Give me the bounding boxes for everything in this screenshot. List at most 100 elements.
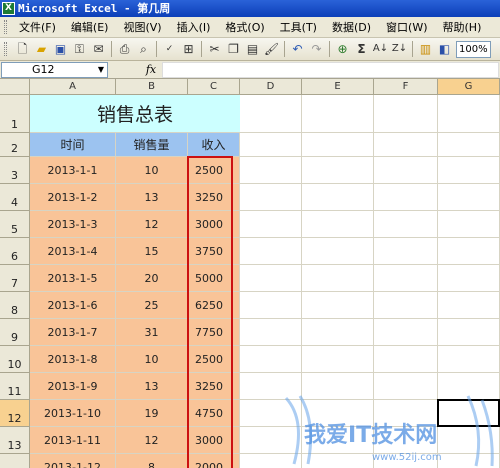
empty-cell[interactable] <box>374 265 438 292</box>
date-cell[interactable]: 2013-1-6 <box>30 292 116 319</box>
row-header-6[interactable]: 6 <box>0 238 30 265</box>
column-header-a[interactable]: A <box>30 79 116 95</box>
empty-cell[interactable] <box>438 427 500 454</box>
date-cell[interactable]: 2013-1-3 <box>30 211 116 238</box>
row-header-3[interactable]: 3 <box>0 157 30 184</box>
row-header-13[interactable]: 13 <box>0 427 30 454</box>
sort-ascending-icon[interactable]: A↓ <box>372 41 389 58</box>
quantity-cell[interactable]: 31 <box>116 319 188 346</box>
date-cell[interactable]: 2013-1-7 <box>30 319 116 346</box>
empty-cell[interactable] <box>302 427 374 454</box>
empty-cell[interactable] <box>374 292 438 319</box>
empty-cell[interactable] <box>438 319 500 346</box>
print-icon[interactable]: ⎙ <box>116 41 133 58</box>
column-header-g[interactable]: G <box>438 79 500 95</box>
paste-icon[interactable]: ▤ <box>244 41 261 58</box>
quantity-cell[interactable]: 19 <box>116 400 188 427</box>
save-icon[interactable]: ▣ <box>52 41 69 58</box>
column-header-e[interactable]: E <box>302 79 374 95</box>
empty-cell[interactable] <box>240 292 302 319</box>
empty-cell[interactable] <box>374 184 438 211</box>
empty-cell[interactable] <box>374 157 438 184</box>
empty-cell[interactable] <box>438 400 500 427</box>
header-date[interactable]: 时间 <box>30 133 116 157</box>
column-header-b[interactable]: B <box>116 79 188 95</box>
empty-cell[interactable] <box>302 319 374 346</box>
empty-cell[interactable] <box>302 211 374 238</box>
empty-cell[interactable] <box>374 95 438 133</box>
revenue-cell[interactable]: 5000 <box>188 265 240 292</box>
empty-cell[interactable] <box>374 319 438 346</box>
date-cell[interactable]: 2013-1-12 <box>30 454 116 468</box>
quantity-cell[interactable]: 25 <box>116 292 188 319</box>
revenue-cell[interactable]: 3750 <box>188 238 240 265</box>
empty-cell[interactable] <box>438 157 500 184</box>
row-header-2[interactable]: 2 <box>0 133 30 157</box>
empty-cell[interactable] <box>302 373 374 400</box>
revenue-cell[interactable]: 3250 <box>188 184 240 211</box>
quantity-cell[interactable]: 13 <box>116 373 188 400</box>
toolbar-grip-icon[interactable] <box>4 42 7 56</box>
revenue-cell[interactable]: 2500 <box>188 157 240 184</box>
empty-cell[interactable] <box>302 95 374 133</box>
redo-icon[interactable]: ↷ <box>308 41 325 58</box>
menu-insert[interactable]: 插入(I) <box>171 19 220 35</box>
revenue-cell[interactable]: 7750 <box>188 319 240 346</box>
empty-cell[interactable] <box>240 211 302 238</box>
name-box[interactable]: G12 ▼ <box>1 61 108 78</box>
drawing-icon[interactable]: ◧ <box>436 41 453 58</box>
revenue-cell[interactable]: 3000 <box>188 427 240 454</box>
revenue-cell[interactable]: 3000 <box>188 211 240 238</box>
column-header-d[interactable]: D <box>240 79 302 95</box>
quantity-cell[interactable]: 13 <box>116 184 188 211</box>
chevron-down-icon[interactable]: ▼ <box>98 63 104 77</box>
empty-cell[interactable] <box>438 95 500 133</box>
empty-cell[interactable] <box>302 184 374 211</box>
empty-cell[interactable] <box>302 454 374 468</box>
row-header-12[interactable]: 12 <box>0 400 30 427</box>
empty-cell[interactable] <box>438 133 500 157</box>
quantity-cell[interactable]: 10 <box>116 346 188 373</box>
revenue-cell[interactable]: 6250 <box>188 292 240 319</box>
empty-cell[interactable] <box>240 265 302 292</box>
menu-window[interactable]: 窗口(W) <box>380 19 436 35</box>
empty-cell[interactable] <box>240 184 302 211</box>
menu-view[interactable]: 视图(V) <box>117 19 170 35</box>
row-header-8[interactable]: 8 <box>0 292 30 319</box>
autosum-icon[interactable]: Σ <box>353 41 370 58</box>
empty-cell[interactable] <box>374 133 438 157</box>
row-header-11[interactable]: 11 <box>0 373 30 400</box>
empty-cell[interactable] <box>438 373 500 400</box>
empty-cell[interactable] <box>374 238 438 265</box>
copy-icon[interactable]: ❐ <box>225 41 242 58</box>
empty-cell[interactable] <box>438 211 500 238</box>
new-icon[interactable]: 🗋 <box>14 41 31 58</box>
empty-cell[interactable] <box>302 346 374 373</box>
empty-cell[interactable] <box>240 346 302 373</box>
quantity-cell[interactable]: 20 <box>116 265 188 292</box>
open-icon[interactable]: ▰ <box>33 41 50 58</box>
select-all-corner[interactable] <box>0 79 30 95</box>
menu-format[interactable]: 格式(O) <box>219 19 273 35</box>
quantity-cell[interactable]: 8 <box>116 454 188 468</box>
date-cell[interactable]: 2013-1-2 <box>30 184 116 211</box>
empty-cell[interactable] <box>374 427 438 454</box>
formula-input[interactable] <box>162 61 499 78</box>
empty-cell[interactable] <box>240 133 302 157</box>
permission-icon[interactable]: ⚿ <box>71 41 88 58</box>
empty-cell[interactable] <box>240 95 302 133</box>
menu-help[interactable]: 帮助(H) <box>437 19 491 35</box>
menu-grip-icon[interactable] <box>4 20 7 34</box>
undo-icon[interactable]: ↶ <box>289 41 306 58</box>
menu-data[interactable]: 数据(D) <box>326 19 380 35</box>
empty-cell[interactable] <box>302 400 374 427</box>
cut-icon[interactable]: ✂ <box>206 41 223 58</box>
empty-cell[interactable] <box>240 400 302 427</box>
date-cell[interactable]: 2013-1-10 <box>30 400 116 427</box>
header-quantity[interactable]: 销售量 <box>116 133 188 157</box>
column-header-c[interactable]: C <box>188 79 240 95</box>
menu-file[interactable]: 文件(F) <box>13 19 65 35</box>
empty-cell[interactable] <box>374 454 438 468</box>
empty-cell[interactable] <box>374 211 438 238</box>
empty-cell[interactable] <box>302 238 374 265</box>
